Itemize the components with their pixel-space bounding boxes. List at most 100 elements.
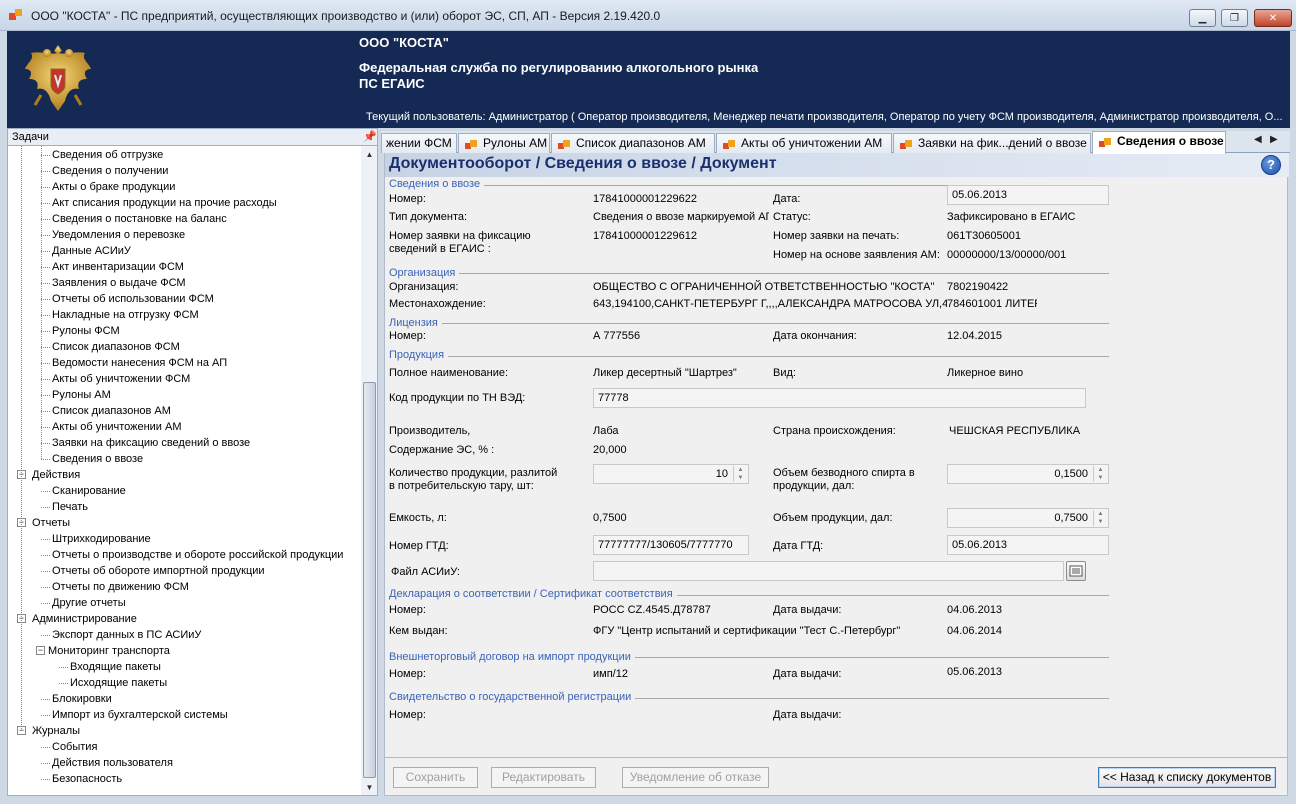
section-title-registration: Свидетельство о государственной регистра… — [389, 691, 636, 703]
date-field[interactable]: 05.06.2013 — [947, 185, 1109, 205]
declaration-number-value: РОСС CZ.4545.Д78787 — [593, 604, 711, 616]
close-icon: ✕ — [1268, 12, 1278, 24]
tab-import-info[interactable]: Сведения о ввозе — [1092, 131, 1226, 154]
quantity-label: Количество продукции, разлитой в потреби… — [389, 467, 558, 492]
tree-item[interactable]: Акты об уничтожении АМ — [52, 419, 182, 435]
current-user: Текущий пользователь: Администратор ( Оп… — [366, 111, 1283, 123]
refusal-notice-button[interactable]: Уведомление об отказе — [622, 767, 769, 788]
tree-group[interactable]: Журналы — [32, 723, 80, 739]
close-button[interactable]: ✕ — [1254, 9, 1292, 27]
tree-item[interactable]: Сведения о постановке на баланс — [52, 211, 227, 227]
tree-item[interactable]: Заявки на фиксацию сведений о ввозе — [52, 435, 250, 451]
section-divider — [389, 323, 1109, 324]
tree-item[interactable]: Накладные на отгрузку ФСМ — [52, 307, 199, 323]
tasks-panel-title: Задачи — [12, 131, 49, 143]
quantity-field[interactable]: 10 ▲ ▼ — [593, 464, 749, 484]
help-icon[interactable]: ? — [1261, 155, 1281, 175]
tab-ranges-am[interactable]: Список диапазонов АМ — [551, 133, 715, 153]
tree-item[interactable]: Акт инвентаризации ФСМ — [52, 259, 184, 275]
tree-item[interactable]: Импорт из бухгалтерской системы — [52, 707, 228, 723]
spinner-icon[interactable]: ▲ ▼ — [1093, 466, 1107, 482]
header-banner: ООО "КОСТА" Федеральная служба по регули… — [7, 31, 1290, 128]
pin-icon[interactable]: 📌 — [363, 130, 377, 143]
tree-connector — [41, 347, 50, 348]
tree-item[interactable]: Отчеты об использовании ФСМ — [52, 291, 214, 307]
tree-connector — [41, 219, 50, 220]
tree-item[interactable]: Входящие пакеты — [70, 659, 161, 675]
section-divider — [389, 356, 1109, 357]
tree-guide — [41, 146, 42, 459]
tree-item[interactable]: Рулоны ФСМ — [52, 323, 120, 339]
tree-item[interactable]: Уведомления о перевозке — [52, 227, 185, 243]
tree-connector — [41, 715, 50, 716]
alcohol-content-value: 20,000 — [593, 444, 627, 456]
tree-item[interactable]: Экспорт данных в ПС АСИиУ — [52, 627, 201, 643]
tree-item[interactable]: Сведения о ввозе — [52, 451, 143, 467]
tree-item[interactable]: Акты об уничтожении ФСМ — [52, 371, 190, 387]
tree-item[interactable]: События — [52, 739, 97, 755]
volume-field[interactable]: 0,7500 ▲ ▼ — [947, 508, 1109, 528]
tree-item[interactable]: Акты о браке продукции — [52, 179, 175, 195]
tree-item[interactable]: Список диапазонов ФСМ — [52, 339, 180, 355]
tree-group[interactable]: Отчеты — [32, 515, 70, 531]
tree-item[interactable]: Штрихкодирование — [52, 531, 151, 547]
browse-file-button[interactable] — [1066, 561, 1086, 581]
tree-connector — [41, 251, 50, 252]
gtd-date-label: Дата ГТД: — [773, 540, 824, 552]
tree-item[interactable]: Заявления о выдаче ФСМ — [52, 275, 186, 291]
tree-item[interactable]: Сведения о получении — [52, 163, 168, 179]
tree-connector — [41, 427, 50, 428]
contract-number-value: имп/12 — [593, 668, 628, 680]
tree-connector — [41, 747, 50, 748]
spinner-icon[interactable]: ▲ ▼ — [733, 466, 747, 482]
tree-item[interactable]: Отчеты по движению ФСМ — [52, 579, 189, 595]
tab-fsm-application[interactable]: жении ФСМ — [381, 133, 457, 153]
tnved-field[interactable]: 77778 — [593, 388, 1086, 408]
tab-scroll-right-icon[interactable]: ▶ — [1270, 134, 1278, 145]
maximize-button[interactable]: ❐ — [1221, 9, 1248, 27]
minimize-button[interactable]: ▁ — [1189, 9, 1216, 27]
tab-rolls-am[interactable]: Рулоны АМ — [458, 133, 550, 153]
edit-button[interactable]: Редактировать — [491, 767, 596, 788]
tree-item[interactable]: Рулоны АМ — [52, 387, 111, 403]
tree-item[interactable]: Ведомости нанесения ФСМ на АП — [52, 355, 227, 371]
tree-item[interactable]: Исходящие пакеты — [70, 675, 167, 691]
tree-item[interactable]: Безопасность — [52, 771, 122, 787]
scroll-up-icon[interactable]: ▲ — [361, 146, 378, 163]
spinner-icon[interactable]: ▲ ▼ — [1093, 510, 1107, 526]
tree-item[interactable]: Акт списания продукции на прочие расходы — [52, 195, 277, 211]
tree-item[interactable]: Мониторинг транспорта — [48, 643, 170, 659]
tree-connector — [41, 587, 50, 588]
save-button[interactable]: Сохранить — [393, 767, 478, 788]
tab-scroll-left-icon[interactable]: ◀ — [1254, 134, 1262, 145]
tree-item[interactable]: Отчеты о производстве и обороте российск… — [52, 547, 343, 563]
tab-destruction-acts-am[interactable]: Акты об уничтожении АМ — [716, 133, 892, 153]
tree-group[interactable]: Администрирование — [32, 611, 137, 627]
scroll-thumb[interactable] — [363, 382, 376, 778]
scroll-down-icon[interactable]: ▼ — [361, 779, 378, 796]
collapse-icon[interactable]: − — [36, 646, 45, 655]
tree-connector — [41, 603, 50, 604]
tree-item[interactable]: Блокировки — [52, 691, 112, 707]
abs-alcohol-field[interactable]: 0,1500 ▲ ▼ — [947, 464, 1109, 484]
tree-item[interactable]: Сканирование — [52, 483, 126, 499]
asiiu-file-field[interactable] — [593, 561, 1064, 581]
tree-item[interactable]: Действия пользователя — [52, 755, 173, 771]
tree-item[interactable]: Печать — [52, 499, 88, 515]
tree-item[interactable]: Другие отчеты — [52, 595, 126, 611]
gtd-field[interactable]: 77777777/130605/7777770 — [593, 535, 749, 555]
window-title: ООО "КОСТА" - ПС предприятий, осуществля… — [31, 9, 661, 23]
tasks-panel-header: Задачи 📌 — [7, 128, 378, 146]
capacity-value: 0,7500 — [593, 512, 627, 524]
tree-group[interactable]: Действия — [32, 467, 80, 483]
tab-import-fixation-requests[interactable]: Заявки на фик...дений о ввозе — [893, 133, 1091, 153]
tree-item[interactable]: Сведения об отгрузке — [52, 147, 163, 163]
tree-item[interactable]: Отчеты об обороте импортной продукции — [52, 563, 265, 579]
tasks-scrollbar[interactable]: ▲ ▼ — [361, 146, 378, 796]
alcohol-content-label: Содержание ЭС, % : — [389, 444, 495, 456]
gtd-date-field[interactable]: 05.06.2013 — [947, 535, 1109, 555]
issued-by-value: ФГУ "Центр испытаний и сертификации "Тес… — [593, 625, 901, 637]
tree-item[interactable]: Список диапазонов АМ — [52, 403, 171, 419]
tree-item[interactable]: Данные АСИиУ — [52, 243, 131, 259]
back-to-list-button[interactable]: << Назад к списку документов — [1098, 767, 1276, 788]
